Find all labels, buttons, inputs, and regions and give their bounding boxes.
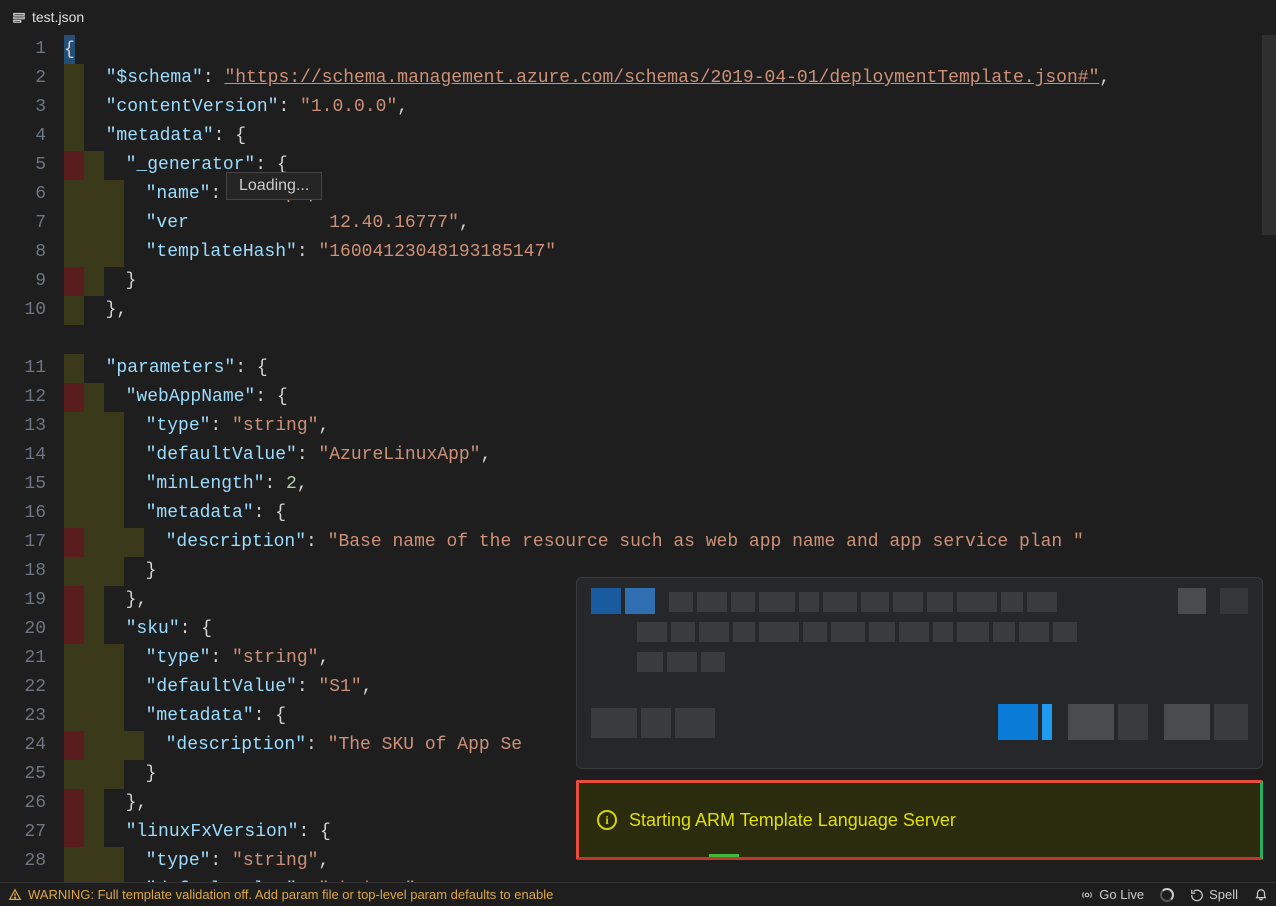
- status-spell[interactable]: Spell: [1190, 887, 1238, 902]
- tab-filename: test.json: [32, 9, 84, 25]
- minimap-scrollbar[interactable]: [1262, 35, 1276, 235]
- loading-tooltip: Loading...: [226, 172, 322, 200]
- warning-icon: [8, 888, 22, 902]
- info-icon: i: [597, 810, 617, 830]
- file-icon: [12, 10, 26, 24]
- tab-testjson[interactable]: test.json: [0, 0, 96, 34]
- status-warning-text[interactable]: WARNING: Full template validation off. A…: [28, 887, 553, 902]
- tooltip-text: Loading...: [239, 177, 309, 194]
- status-bar: WARNING: Full template validation off. A…: [0, 882, 1276, 906]
- tab-bar: test.json: [0, 0, 1276, 35]
- status-bell[interactable]: [1254, 888, 1268, 902]
- notification-toast[interactable]: i Starting ARM Template Language Server: [576, 780, 1263, 860]
- notification-message: Starting ARM Template Language Server: [629, 810, 956, 831]
- status-spinner: [1160, 888, 1174, 902]
- line-gutter: 1234567891011121314151617181920212223242…: [0, 35, 64, 882]
- loading-spinner-icon: [1160, 888, 1174, 902]
- status-go-live[interactable]: Go Live: [1080, 887, 1144, 902]
- redacted-panel: [576, 577, 1263, 769]
- progress-bar: [579, 854, 1260, 857]
